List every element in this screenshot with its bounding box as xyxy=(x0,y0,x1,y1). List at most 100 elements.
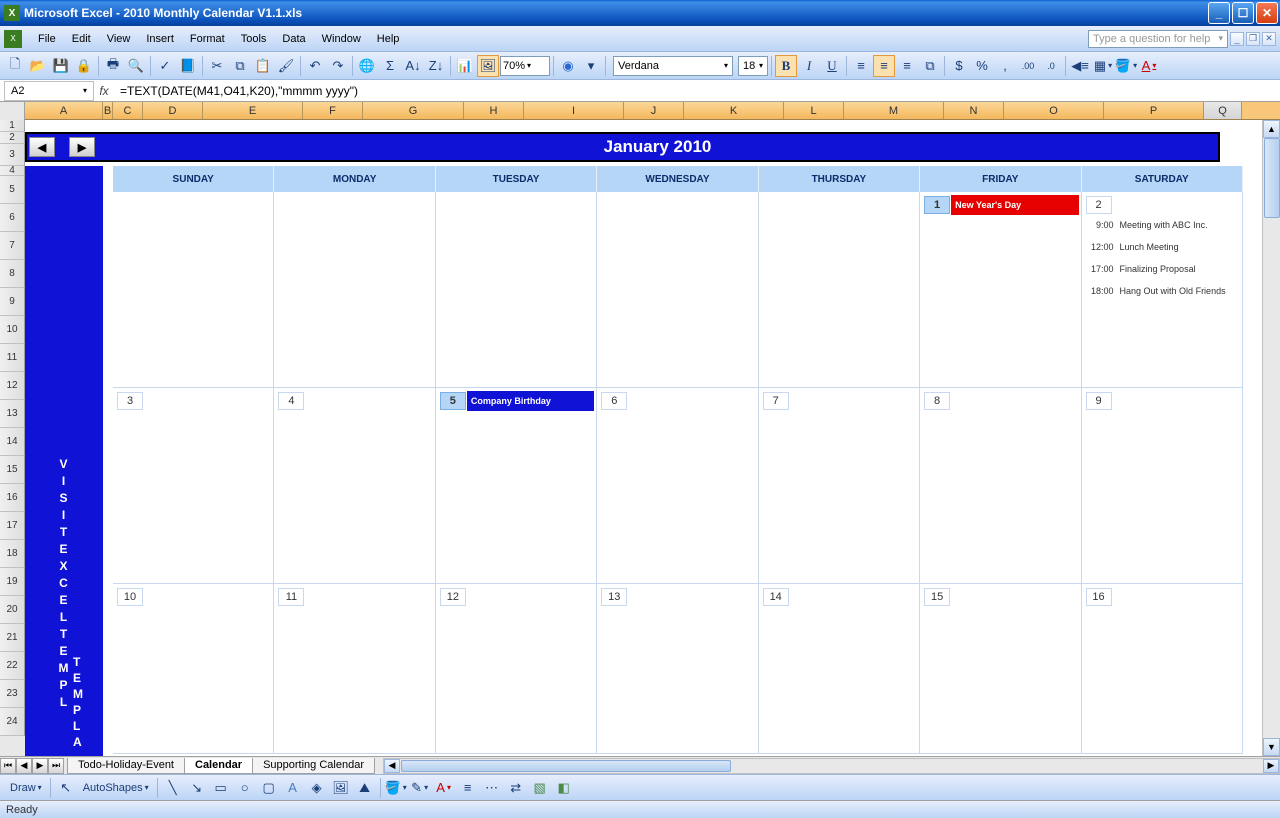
doc-restore-button[interactable]: ❐ xyxy=(1246,32,1260,46)
calendar-day-cell[interactable]: 16 xyxy=(1082,584,1243,753)
hyperlink-button[interactable]: 🌐 xyxy=(356,55,378,77)
col-header[interactable]: A xyxy=(25,102,103,119)
calendar-day-cell[interactable] xyxy=(436,192,597,387)
borders-button[interactable]: ▦▾ xyxy=(1092,55,1114,77)
calendar-day-cell[interactable]: 15 xyxy=(920,584,1081,753)
print-button[interactable]: 🖶 xyxy=(102,55,124,77)
row-header[interactable]: 4 xyxy=(0,166,25,176)
calendar-day-cell[interactable]: 12 xyxy=(436,584,597,753)
toolbar-options-button[interactable]: ▾ xyxy=(580,55,602,77)
draw-menu[interactable]: Draw▾ xyxy=(6,782,46,794)
row-header[interactable]: 8 xyxy=(0,260,25,288)
row-header[interactable]: 5 xyxy=(0,176,25,204)
calendar-day-cell[interactable]: 4 xyxy=(274,388,435,583)
row-header[interactable]: 9 xyxy=(0,288,25,316)
rectangle-tool[interactable]: ▭ xyxy=(210,777,232,799)
arrow-tool[interactable]: ↘ xyxy=(186,777,208,799)
tab-nav-first[interactable]: ⏮ xyxy=(0,758,16,774)
wordart-tool[interactable]: A xyxy=(282,777,304,799)
col-header[interactable]: K xyxy=(684,102,784,119)
row-header[interactable]: 11 xyxy=(0,344,25,372)
increase-decimal-button[interactable]: .00 xyxy=(1017,55,1039,77)
row-header[interactable]: 14 xyxy=(0,428,25,456)
new-button[interactable]: 🗋 xyxy=(4,55,26,77)
col-header[interactable]: H xyxy=(464,102,524,119)
calendar-day-cell[interactable]: 3 xyxy=(113,388,274,583)
col-header[interactable]: B xyxy=(103,102,113,119)
tab-nav-last[interactable]: ⏭ xyxy=(48,758,64,774)
italic-button[interactable]: I xyxy=(798,55,820,77)
sheet-tab[interactable]: Calendar xyxy=(184,758,253,774)
row-header[interactable]: 19 xyxy=(0,568,25,596)
research-button[interactable]: 📘 xyxy=(177,55,199,77)
format-painter-button[interactable]: 🖌 xyxy=(275,55,297,77)
paste-button[interactable]: 📋 xyxy=(252,55,274,77)
prev-month-button[interactable]: ◀ xyxy=(29,137,55,157)
oval-tool[interactable]: ○ xyxy=(234,777,256,799)
cut-button[interactable]: ✂ xyxy=(206,55,228,77)
row-header[interactable]: 23 xyxy=(0,680,25,708)
line-style-draw[interactable]: ≡ xyxy=(457,777,479,799)
chart-wizard-button[interactable]: 📊 xyxy=(454,55,476,77)
doc-minimize-button[interactable]: _ xyxy=(1230,32,1244,46)
menu-data[interactable]: Data xyxy=(274,28,313,50)
decrease-decimal-button[interactable]: .0 xyxy=(1040,55,1062,77)
col-header[interactable]: Q xyxy=(1204,102,1242,119)
minimize-button[interactable]: _ xyxy=(1208,2,1230,24)
calendar-day-cell[interactable] xyxy=(113,192,274,387)
calendar-day-cell[interactable] xyxy=(274,192,435,387)
menu-view[interactable]: View xyxy=(99,28,139,50)
fx-button[interactable]: fx xyxy=(94,84,114,98)
maximize-button[interactable]: ☐ xyxy=(1232,2,1254,24)
formula-input[interactable]: =TEXT(DATE(M41,O41,K20),"mmmm yyyy") xyxy=(114,84,1280,98)
menu-format[interactable]: Format xyxy=(182,28,233,50)
line-tool[interactable]: ╲ xyxy=(162,777,184,799)
col-header[interactable]: G xyxy=(363,102,464,119)
help-search-input[interactable]: Type a question for help▾ xyxy=(1088,30,1228,48)
horizontal-scrollbar[interactable]: ◀ ▶ xyxy=(383,758,1280,774)
calendar-day-cell[interactable]: 9 xyxy=(1082,388,1243,583)
dash-style-draw[interactable]: ⋯ xyxy=(481,777,503,799)
zoom-select[interactable]: 70%▾ xyxy=(500,56,550,76)
next-month-button[interactable]: ▶ xyxy=(69,137,95,157)
sheet-tab[interactable]: Supporting Calendar xyxy=(252,758,375,774)
save-button[interactable]: 💾 xyxy=(50,55,72,77)
menu-tools[interactable]: Tools xyxy=(233,28,275,50)
hscroll-thumb[interactable] xyxy=(401,760,731,772)
workbook-icon[interactable]: X xyxy=(4,30,22,48)
calendar-day-cell[interactable]: 1New Year's Day xyxy=(920,192,1081,387)
row-header[interactable]: 1 xyxy=(0,120,25,132)
tab-nav-prev[interactable]: ◀ xyxy=(16,758,32,774)
row-header[interactable]: 13 xyxy=(0,400,25,428)
row-header[interactable]: 20 xyxy=(0,596,25,624)
row-header[interactable]: 15 xyxy=(0,456,25,484)
currency-button[interactable]: $ xyxy=(948,55,970,77)
scroll-down-button[interactable]: ▼ xyxy=(1263,738,1280,756)
row-header[interactable]: 21 xyxy=(0,624,25,652)
copy-button[interactable]: ⧉ xyxy=(229,55,251,77)
fill-color-draw[interactable]: 🪣▾ xyxy=(385,777,407,799)
calendar-day-cell[interactable] xyxy=(759,192,920,387)
underline-button[interactable]: U xyxy=(821,55,843,77)
select-objects-button[interactable]: ↖ xyxy=(55,777,77,799)
col-header[interactable]: F xyxy=(303,102,363,119)
col-header[interactable]: M xyxy=(844,102,944,119)
comma-button[interactable]: , xyxy=(994,55,1016,77)
autoshapes-menu[interactable]: AutoShapes▾ xyxy=(79,782,153,794)
redo-button[interactable]: ↷ xyxy=(327,55,349,77)
scroll-thumb[interactable] xyxy=(1264,138,1280,218)
line-color-draw[interactable]: ✎▾ xyxy=(409,777,431,799)
calendar-day-cell[interactable]: 14 xyxy=(759,584,920,753)
percent-button[interactable]: % xyxy=(971,55,993,77)
sheet-tab[interactable]: Todo-Holiday-Event xyxy=(67,758,185,774)
col-header[interactable]: E xyxy=(203,102,303,119)
open-button[interactable]: 📂 xyxy=(27,55,49,77)
calendar-day-cell[interactable]: 6 xyxy=(597,388,758,583)
calendar-day-cell[interactable]: 10 xyxy=(113,584,274,753)
font-color-button[interactable]: A▾ xyxy=(1138,55,1160,77)
row-header[interactable]: 6 xyxy=(0,204,25,232)
align-right-button[interactable]: ≡ xyxy=(896,55,918,77)
row-header[interactable]: 2 xyxy=(0,132,25,144)
row-header[interactable]: 12 xyxy=(0,372,25,400)
row-header[interactable]: 22 xyxy=(0,652,25,680)
